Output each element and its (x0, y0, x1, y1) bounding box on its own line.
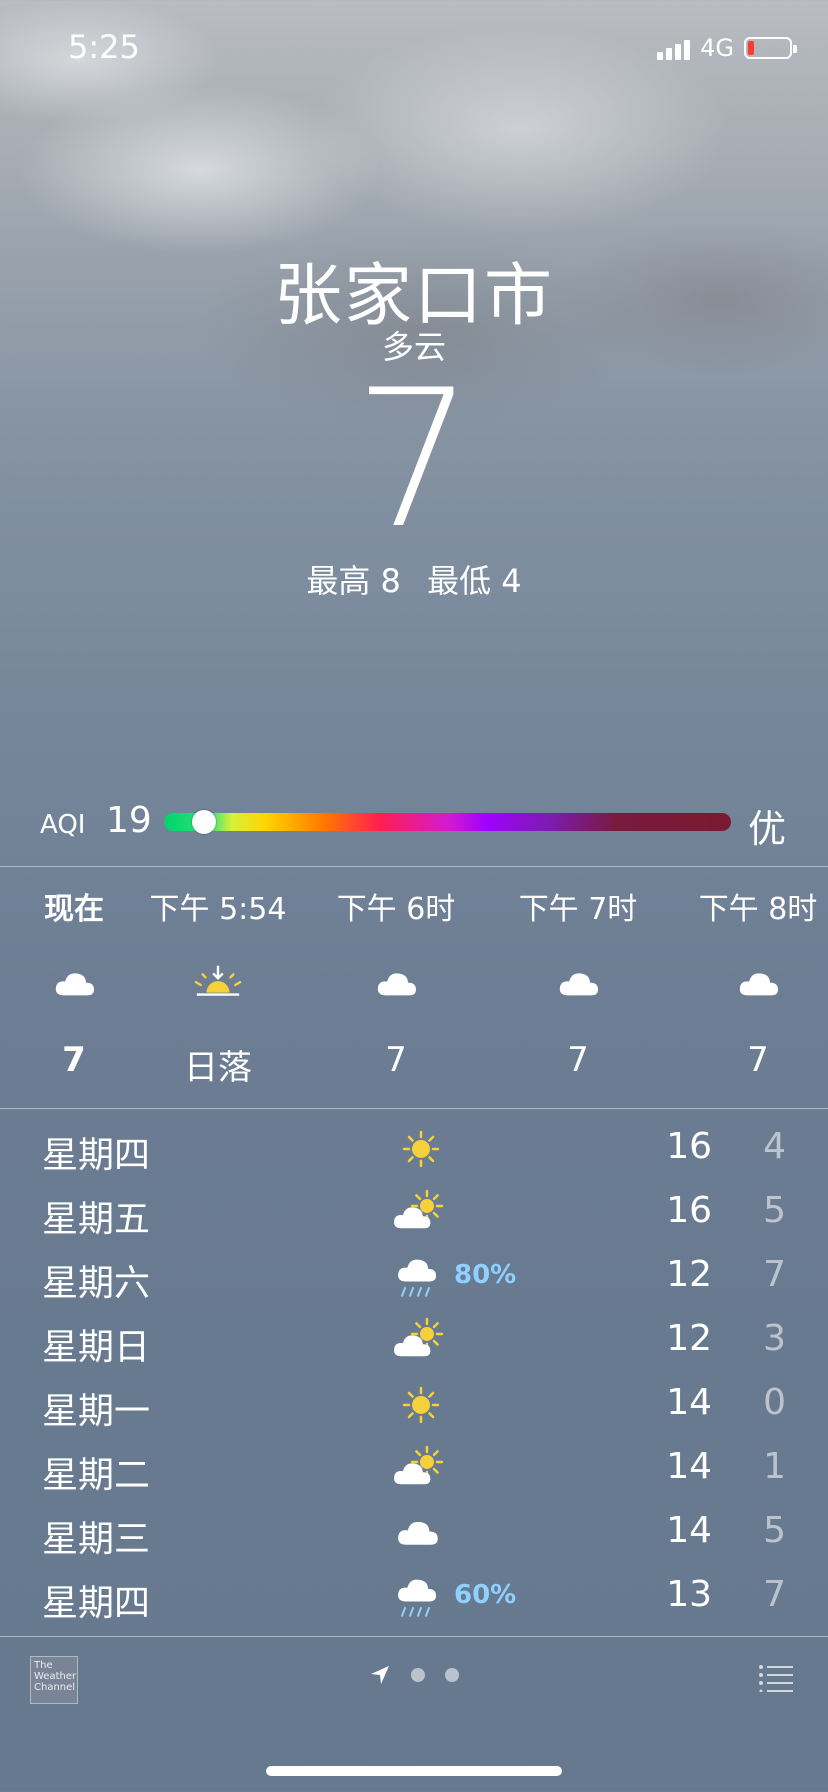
page-dot[interactable] (445, 1668, 459, 1682)
day-name: 星期三 (42, 1519, 151, 1560)
day-low: 5 (763, 1190, 786, 1231)
precip-chance: 80% (454, 1260, 517, 1290)
sun-icon (390, 1124, 450, 1174)
hour-temp: 日落 (184, 1048, 252, 1088)
signal-icon (657, 36, 691, 60)
day-low: 7 (763, 1574, 786, 1615)
high-temp: 最高 8 (306, 562, 401, 600)
day-low: 4 (763, 1126, 786, 1167)
battery-icon (744, 37, 797, 59)
rain-icon (390, 1572, 450, 1622)
cloud-icon (370, 960, 422, 1008)
day-high: 16 (666, 1190, 712, 1231)
partly-cloudy-icon (390, 1316, 450, 1366)
network-type: 4G (700, 34, 734, 62)
day-low: 0 (763, 1382, 786, 1423)
aqi-level: 优 (748, 807, 787, 851)
day-low: 5 (763, 1510, 786, 1551)
status-icons: 4G (657, 34, 797, 62)
day-name: 星期四 (42, 1135, 151, 1176)
forecast-row: 星期日 12 3 (0, 1308, 828, 1372)
status-time: 5:25 (68, 28, 140, 66)
page-dot[interactable] (411, 1668, 425, 1682)
day-high: 14 (666, 1382, 712, 1423)
location-arrow-icon[interactable] (369, 1664, 391, 1686)
divider (0, 1636, 828, 1637)
day-high: 12 (666, 1254, 712, 1295)
hour-time: 下午 7时 (518, 892, 638, 927)
hour-temp: 7 (385, 1040, 407, 1080)
day-low: 7 (763, 1254, 786, 1295)
day-low: 3 (763, 1318, 786, 1359)
day-name: 星期四 (42, 1583, 151, 1624)
home-indicator[interactable] (266, 1766, 562, 1776)
page-indicator[interactable] (0, 1664, 828, 1686)
partly-cloudy-icon (390, 1188, 450, 1238)
day-high: 14 (666, 1446, 712, 1487)
low-temp: 最低 4 (427, 562, 522, 600)
list-icon[interactable] (758, 1664, 794, 1692)
cloud-icon (732, 960, 784, 1008)
cloud-icon (48, 960, 100, 1008)
forecast-row: 星期四 16 4 (0, 1116, 828, 1180)
hour-time: 下午 6时 (336, 892, 456, 927)
day-high: 16 (666, 1126, 712, 1167)
sun-icon (390, 1380, 450, 1430)
aqi-indicator (191, 810, 216, 834)
rain-icon (390, 1252, 450, 1302)
partly-cloudy-icon (390, 1444, 450, 1494)
aqi-value: 19 (106, 800, 152, 841)
sunset-icon (192, 960, 244, 1008)
day-high: 14 (666, 1510, 712, 1551)
day-name: 星期六 (42, 1263, 151, 1304)
forecast-row: 星期一 14 0 (0, 1372, 828, 1436)
day-name: 星期五 (42, 1199, 151, 1240)
precip-chance: 60% (454, 1580, 517, 1610)
divider (0, 866, 828, 867)
forecast-row: 星期六 80% 12 7 (0, 1244, 828, 1308)
aqi-scale-bar (164, 813, 731, 831)
forecast-row: 星期二 14 1 (0, 1436, 828, 1500)
day-name: 星期日 (42, 1327, 151, 1368)
cloud-icon (552, 960, 604, 1008)
forecast-row: 星期五 16 5 (0, 1180, 828, 1244)
hour-temp: 7 (567, 1040, 589, 1080)
cloud-icon (390, 1508, 450, 1558)
forecast-row: 星期三 14 5 (0, 1500, 828, 1564)
current-temperature: 7 (353, 349, 475, 570)
aqi-label: AQI (40, 810, 86, 840)
hour-temp: 7 (747, 1040, 769, 1080)
forecast-row: 星期四 60% 13 7 (0, 1564, 828, 1628)
high-low: 最高 8 最低 4 (0, 556, 828, 602)
day-name: 星期一 (42, 1391, 151, 1432)
day-high: 13 (666, 1574, 712, 1615)
hour-temp: 7 (62, 1040, 86, 1080)
day-low: 1 (763, 1446, 786, 1487)
divider (0, 1108, 828, 1109)
hour-time: 下午 5:54 (149, 892, 287, 927)
hour-time: 下午 8时 (698, 892, 818, 927)
day-name: 星期二 (42, 1455, 151, 1496)
day-high: 12 (666, 1318, 712, 1359)
